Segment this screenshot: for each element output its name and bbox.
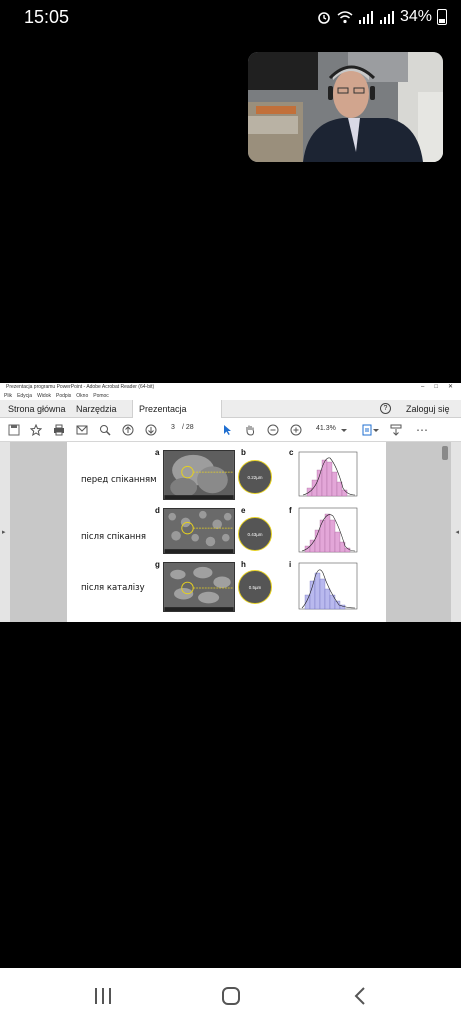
- panel-letter-e: e: [241, 506, 246, 515]
- tab-document[interactable]: Prezentacja progra...×: [132, 400, 222, 432]
- page-navigator: 3 / 28: [166, 424, 194, 431]
- right-pane-toggle-icon[interactable]: ◂: [455, 528, 459, 536]
- recent-apps-icon[interactable]: [92, 986, 114, 1006]
- page-fit-dropdown-icon[interactable]: [373, 424, 379, 436]
- status-icons: 34%: [316, 8, 447, 26]
- panel-letter-a: a: [155, 448, 160, 457]
- wifi-icon: [337, 11, 353, 24]
- status-bar: 15:05 34%: [0, 0, 461, 36]
- clock: 15:05: [24, 7, 70, 27]
- menu-sign[interactable]: Podpis: [56, 392, 71, 400]
- signal-icon-2: [379, 11, 394, 24]
- document-viewer[interactable]: ▸ ◂ перед спіканням після спікання після…: [0, 442, 461, 622]
- more-options-icon[interactable]: ⋯: [414, 423, 430, 437]
- histogram-i: [298, 562, 358, 610]
- alarm-icon: [318, 12, 330, 24]
- menu-help[interactable]: Pomoc: [93, 392, 109, 400]
- sem-image-a: [163, 450, 235, 500]
- login-link[interactable]: Zaloguj się: [406, 400, 450, 418]
- sem-image-d: [163, 508, 235, 554]
- close-window-icon[interactable]: ✕: [448, 383, 453, 392]
- scroll-thumb[interactable]: [442, 446, 448, 460]
- android-nav-bar: [0, 968, 461, 1024]
- panel-letter-h: h: [241, 560, 246, 569]
- panel-letter-c: c: [289, 448, 294, 457]
- page-fit-icon[interactable]: [361, 424, 373, 436]
- slide-page: перед спіканням після спікання після кат…: [67, 442, 386, 622]
- battery-icon: [437, 9, 447, 25]
- zoom-inset-b: 0.22µm: [238, 460, 272, 494]
- minimize-icon[interactable]: –: [421, 383, 424, 392]
- zoom-inset-h-scale: 0.5µm: [248, 585, 262, 590]
- zoom-search-icon[interactable]: [99, 424, 111, 436]
- panel-letter-f: f: [289, 506, 292, 515]
- menu-window[interactable]: Okno: [76, 392, 88, 400]
- menu-edit[interactable]: Edycja: [17, 392, 32, 400]
- zoom-inset-e-scale: 0.43µm: [247, 532, 263, 537]
- tab-home[interactable]: Strona główna: [8, 400, 66, 418]
- page-up-icon[interactable]: [122, 424, 134, 436]
- hand-tool-icon[interactable]: [244, 424, 256, 436]
- back-icon[interactable]: [352, 986, 368, 1006]
- panel-letter-i: i: [289, 560, 292, 569]
- histogram-f: [298, 507, 358, 553]
- toolbar: 3 / 28 41.3% ⋯: [0, 418, 461, 442]
- page-number-input[interactable]: 3: [166, 424, 180, 431]
- select-cursor-icon[interactable]: [221, 424, 233, 436]
- row-label-after-sintering: після спікання: [81, 532, 147, 542]
- webcam-feed: [248, 52, 443, 162]
- signal-icon: [358, 11, 373, 24]
- row-label-before-sintering: перед спіканням: [81, 475, 157, 485]
- tab-tools[interactable]: Narzędzia: [76, 400, 117, 418]
- panel-letter-b: b: [241, 448, 246, 457]
- save-icon[interactable]: [8, 424, 20, 436]
- zoom-inset-e: 0.43µm: [238, 517, 272, 551]
- left-pane-toggle-icon[interactable]: ▸: [2, 528, 6, 536]
- row-label-after-catalysis: після каталізу: [81, 583, 145, 593]
- video-call-tile[interactable]: [248, 52, 443, 162]
- print-icon[interactable]: [53, 424, 65, 436]
- zoom-level[interactable]: 41.3%: [316, 425, 336, 432]
- battery-percent: 34%: [399, 8, 432, 25]
- zoom-inset-b-scale: 0.22µm: [247, 475, 263, 480]
- window-title: Prezentacja programu PowerPoint - Adobe …: [6, 384, 155, 390]
- menu-view[interactable]: Widok: [37, 392, 51, 400]
- zoom-dropdown-icon[interactable]: [340, 424, 348, 436]
- tabs-bar: Strona główna Narzędzia Prezentacja prog…: [0, 400, 461, 432]
- bookmark-star-icon[interactable]: [30, 424, 42, 436]
- page-total: / 28: [181, 424, 194, 431]
- zoom-in-icon[interactable]: [290, 424, 302, 436]
- page-down-icon[interactable]: [145, 424, 157, 436]
- window-title-bar: Prezentacja programu PowerPoint - Adobe …: [0, 383, 461, 392]
- sem-image-g: [163, 562, 235, 612]
- help-icon[interactable]: ?: [380, 403, 391, 414]
- zoom-out-icon[interactable]: [267, 424, 279, 436]
- panel-letter-d: d: [155, 506, 160, 515]
- panel-letter-g: g: [155, 560, 160, 569]
- histogram-c: [298, 451, 358, 497]
- email-icon[interactable]: [76, 424, 88, 436]
- home-icon[interactable]: [220, 986, 242, 1006]
- maximize-icon[interactable]: □: [434, 383, 438, 392]
- acrobat-window: Prezentacja programu PowerPoint - Adobe …: [0, 383, 461, 622]
- scroll-mode-icon[interactable]: [390, 424, 402, 436]
- menu-bar: Plik Edycja Widok Podpis Okno Pomoc: [0, 392, 461, 400]
- zoom-inset-h: 0.5µm: [238, 570, 272, 604]
- menu-file[interactable]: Plik: [4, 392, 12, 400]
